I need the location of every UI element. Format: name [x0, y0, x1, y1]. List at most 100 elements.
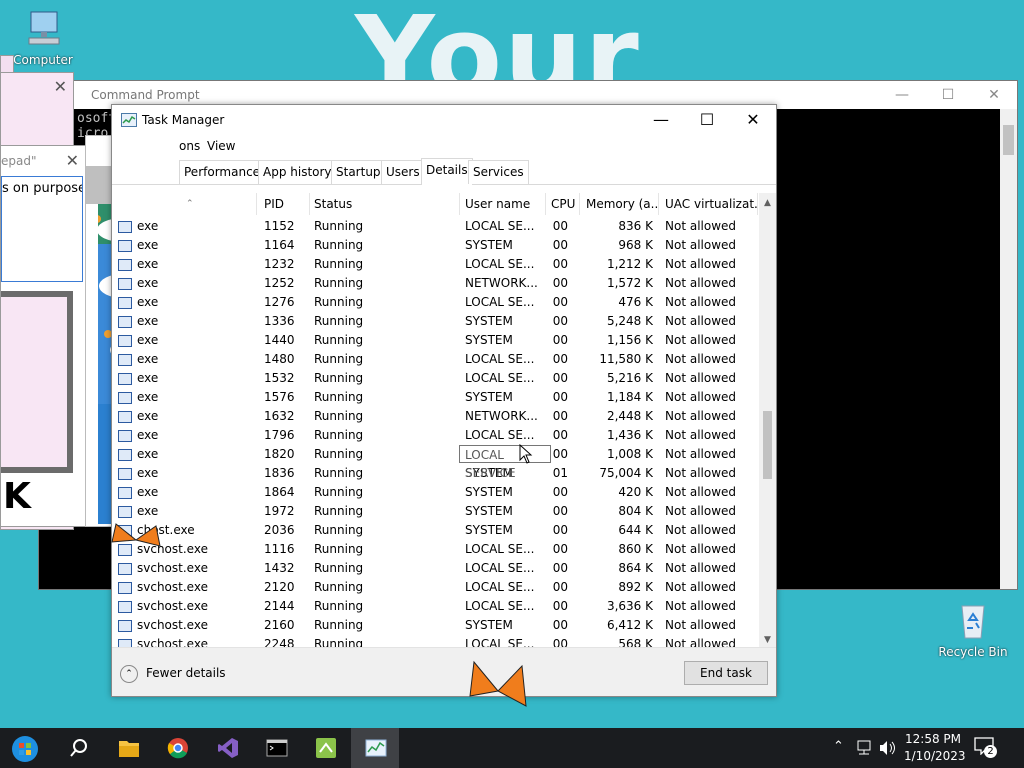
process-memory: 644 K — [618, 523, 653, 537]
desktop-icon-recycle-bin[interactable]: Recycle Bin — [938, 600, 1008, 659]
process-row[interactable]: chost.exe 2036 Running SYSTEM 00 644 K Not all… — [112, 521, 758, 540]
clock[interactable]: 12:58 PM 1/10/2023 — [904, 731, 966, 765]
network-icon[interactable] — [856, 740, 874, 756]
process-row[interactable]: exe 1796 Running LOCAL SE... 00 1,436 K Not al… — [112, 426, 758, 445]
chrome-button[interactable] — [153, 728, 201, 768]
process-row[interactable]: exe 1632 Running NETWORK... 00 2,448 K Not all… — [112, 407, 758, 426]
maximize-button[interactable]: ☐ — [684, 105, 730, 135]
process-status: Running — [314, 428, 364, 442]
process-row[interactable]: svchost.exe 1432 Running LOCAL SE... 00 864 K… — [112, 559, 758, 578]
process-pid: 1152 — [264, 219, 295, 233]
process-row[interactable]: exe 1164 Running SYSTEM 00 968 K Not allowed — [112, 236, 758, 255]
process-name-text: exe — [137, 504, 159, 518]
visual-studio-button[interactable] — [203, 728, 251, 768]
fewer-details-button[interactable]: ⌃ Fewer details — [120, 664, 226, 683]
menu-options[interactable]: ons — [179, 135, 200, 157]
process-name-text: exe — [137, 333, 159, 347]
process-row[interactable]: exe 1276 Running LOCAL SE... 00 476 K Not allo… — [112, 293, 758, 312]
console-scrollbar[interactable] — [1000, 109, 1017, 589]
process-row[interactable]: exe 1480 Running LOCAL SE... 00 11,580 K Not a… — [112, 350, 758, 369]
scrollbar-thumb[interactable] — [763, 411, 772, 479]
process-icon — [118, 467, 132, 480]
process-row[interactable]: exe 1252 Running NETWORK... 00 1,572 K Not all… — [112, 274, 758, 293]
task-manager-titlebar[interactable]: Task Manager — ☐ ✕ — [112, 105, 776, 135]
app-button[interactable] — [301, 728, 349, 768]
process-user-name: SYSTEM — [465, 485, 513, 499]
process-icon — [118, 410, 132, 423]
process-row[interactable]: svchost.exe 2120 Running LOCAL SE... 00 892 K… — [112, 578, 758, 597]
process-row[interactable]: exe 1336 Running SYSTEM 00 5,248 K Not allowed — [112, 312, 758, 331]
tab-app-history[interactable]: App history — [258, 160, 337, 184]
pid-column-header[interactable]: PID — [258, 193, 310, 215]
close-icon[interactable]: ✕ — [54, 77, 67, 96]
start-button[interactable] — [3, 728, 51, 768]
process-name-text: svchost.exe — [137, 561, 208, 575]
process-row[interactable]: svchost.exe 2160 Running SYSTEM 00 6,412 K Not… — [112, 616, 758, 635]
uac-column-header[interactable]: UAC virtualizat... — [659, 193, 758, 215]
tab-services[interactable]: Services — [468, 160, 529, 184]
scroll-up-arrow[interactable]: ▲ — [759, 195, 776, 212]
process-list-scrollbar[interactable]: ▲ ▼ — [759, 193, 776, 649]
menu-view[interactable]: View — [207, 135, 235, 157]
process-uac: Not allowed — [665, 542, 737, 556]
process-row[interactable]: svchost.exe 1116 Running LOCAL SE... 00 860 K… — [112, 540, 758, 559]
process-row[interactable]: exe 1576 Running SYSTEM 00 1,184 K Not allowed — [112, 388, 758, 407]
process-pid: 1532 — [264, 371, 295, 385]
process-pid: 1576 — [264, 390, 295, 404]
end-task-button[interactable]: End task — [684, 661, 768, 685]
maximize-button[interactable]: ☐ — [925, 81, 971, 109]
process-row[interactable]: svchost.exe 2144 Running LOCAL SE... 00 3,636… — [112, 597, 758, 616]
picture-frame — [1, 291, 73, 473]
close-button[interactable]: ✕ — [971, 81, 1017, 109]
tab-users[interactable]: Users — [381, 160, 425, 184]
process-pid: 1440 — [264, 333, 295, 347]
tab-performance[interactable]: Performance — [179, 160, 266, 184]
name-column-header[interactable]: ⌃ — [180, 193, 257, 215]
memory-column-header[interactable]: Memory (a... — [580, 193, 659, 215]
volume-icon[interactable] — [879, 740, 897, 756]
command-prompt-button[interactable] — [252, 728, 300, 768]
minimize-button[interactable]: — — [638, 105, 684, 135]
close-icon[interactable]: ✕ — [66, 146, 79, 176]
process-cpu: 00 — [552, 618, 568, 632]
process-memory: 1,212 K — [606, 257, 653, 271]
scrollbar-thumb[interactable] — [1003, 125, 1014, 155]
process-row[interactable]: exe 1440 Running SYSTEM 00 1,156 K Not allowed — [112, 331, 758, 350]
process-uac: Not allowed — [665, 276, 737, 290]
process-uac: Not allowed — [665, 561, 737, 575]
process-cpu: 00 — [552, 523, 568, 537]
process-row[interactable]: exe 1152 Running LOCAL SE... 00 836 K Not allo… — [112, 217, 758, 236]
process-cpu: 00 — [552, 409, 568, 423]
process-user-name: SYSTEM — [465, 504, 513, 518]
notification-center-button[interactable]: 2 — [974, 737, 998, 759]
task-manager-window[interactable]: Task Manager — ☐ ✕ ons View Performance … — [111, 104, 777, 697]
user-name-column-header[interactable]: User name — [459, 193, 546, 215]
cpu-column-header[interactable]: CPU — [545, 193, 580, 215]
tray-chevron-up-icon[interactable]: ⌃ — [833, 739, 844, 754]
search-button[interactable] — [54, 728, 102, 768]
tab-details[interactable]: Details — [421, 158, 473, 185]
desktop-icon-computer[interactable]: Computer — [8, 8, 78, 67]
process-row[interactable]: exe1820RunningLOCAL SE...001,008 KNot al… — [112, 445, 758, 464]
process-cpu: 00 — [552, 485, 568, 499]
notepad-text-area[interactable]: s on purpose — [1, 176, 83, 282]
file-explorer-button[interactable] — [104, 728, 152, 768]
stray-letter: K — [3, 476, 31, 517]
tab-startup[interactable]: Startup — [331, 160, 386, 184]
process-memory: 1,008 K — [606, 447, 653, 461]
notepad-title: epad" — [1, 154, 37, 168]
close-button[interactable]: ✕ — [730, 105, 776, 135]
process-row[interactable]: exe 1864 Running SYSTEM 00 420 K Not allowed — [112, 483, 758, 502]
process-uac: Not allowed — [665, 409, 737, 423]
process-row[interactable]: exe1836RunningSYSTEM0175,004 KNot allowe… — [112, 464, 758, 483]
process-user-name: LOCAL SE... — [465, 580, 535, 594]
process-row[interactable]: exe 1532 Running LOCAL SE... 00 5,216 K Not al… — [112, 369, 758, 388]
status-column-header[interactable]: Status — [308, 193, 460, 215]
task-manager-taskbar-button[interactable] — [351, 728, 399, 768]
folder-icon — [119, 741, 139, 757]
notepad-window[interactable]: epad" ✕ s on purpose K — [0, 145, 86, 527]
process-row[interactable]: exe 1232 Running LOCAL SE... 00 1,212 K Not al… — [112, 255, 758, 274]
fewer-details-label: Fewer details — [146, 666, 226, 680]
minimize-button[interactable]: — — [879, 81, 925, 109]
process-row[interactable]: exe 1972 Running SYSTEM 00 804 K Not allowed — [112, 502, 758, 521]
